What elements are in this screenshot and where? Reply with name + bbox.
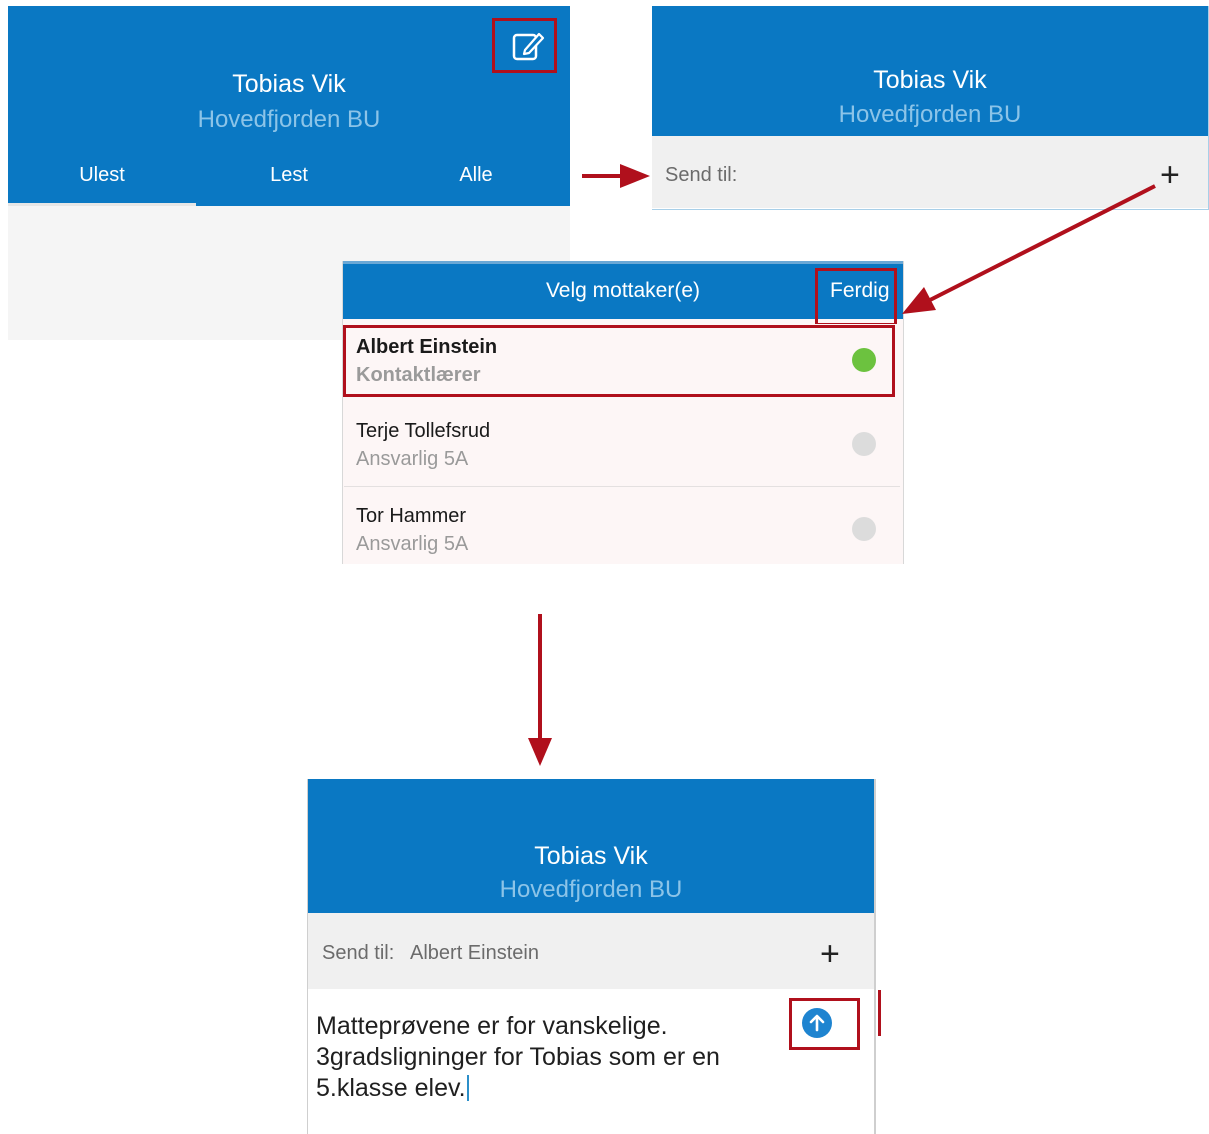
recipient-role: Ansvarlig 5A [356,533,469,555]
selected-recipient-highlight [343,325,895,397]
send-to-label: Send til: [322,942,395,964]
user-name: Tobias Vik [534,842,648,870]
recipient-role: Ansvarlig 5A [356,448,469,470]
add-recipient-icon[interactable]: + [1160,158,1180,192]
unselected-indicator-icon[interactable] [852,432,876,456]
recipient-row[interactable]: Tor Hammer Ansvarlig 5A [344,487,900,564]
done-highlight [815,268,897,326]
add-recipient-icon[interactable]: + [820,937,840,971]
message-line: Matteprøvene er for vanskelige. [316,1012,668,1040]
unselected-indicator-icon[interactable] [852,517,876,541]
user-name: Tobias Vik [873,66,987,94]
recipient-bar[interactable]: Send til: Albert Einstein + [308,913,874,989]
arrow-down [528,614,552,766]
message-line-text: 5.klasse elev. [316,1074,466,1102]
message-line: 5.klasse elev. [316,1073,469,1104]
tab-unread-indicator [8,203,196,206]
recipient-row[interactable]: Terje Tollefsrud Ansvarlig 5A [344,402,900,487]
tab-read[interactable]: Lest [196,164,382,187]
text-cursor [466,1075,469,1101]
send-highlight [789,998,860,1050]
school-name: Hovedfjorden BU [499,876,683,903]
recipient-chip[interactable]: Albert Einstein [410,942,539,965]
message-input[interactable]: Matteprøvene er for vanskelige. 3gradsli… [312,993,776,1123]
school-name: Hovedfjorden BU [838,101,1022,128]
recipient-bar[interactable]: Send til: + [652,136,1208,208]
recipient-name: Tor Hammer [356,505,467,527]
new-message-panel: Tobias Vik Hovedfjorden BU Send til: + [652,6,1209,210]
compose-panel: Tobias Vik Hovedfjorden BU Send til: Alb… [307,779,876,1134]
arrow-right [582,164,650,188]
send-to-label: Send til: [665,164,738,186]
message-line: 3gradsligninger for Tobias som er en [316,1043,720,1071]
school-name: Hovedfjorden BU [197,106,381,133]
user-name: Tobias Vik [232,70,346,98]
partial-highlight-edge [878,990,881,1036]
compose-highlight [492,18,557,73]
tab-all[interactable]: Alle [382,164,570,187]
tab-unread[interactable]: Ulest [8,164,196,187]
recipient-name: Terje Tollefsrud [356,420,491,442]
